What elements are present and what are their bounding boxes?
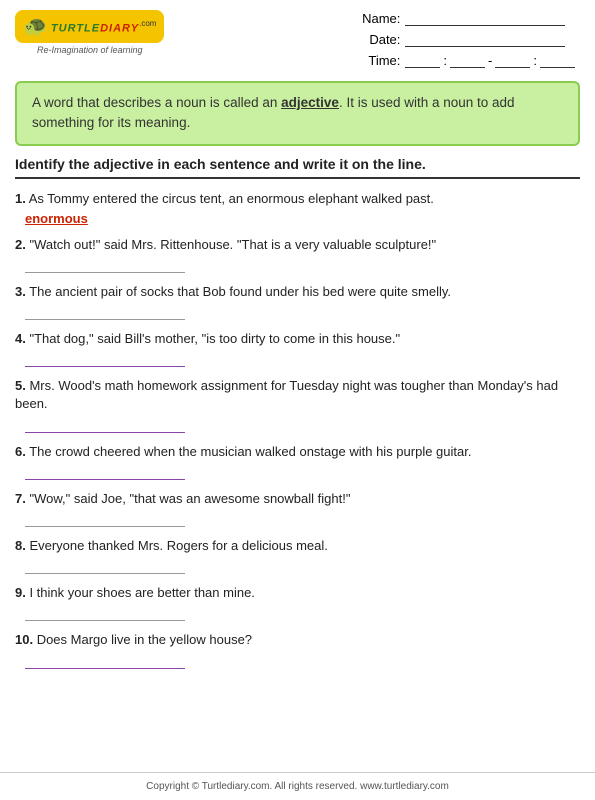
footer: Copyright © Turtlediary.com. All rights … — [0, 772, 595, 800]
time-h2[interactable] — [495, 52, 530, 68]
time-label: Time: — [355, 53, 400, 68]
answer-line[interactable] — [25, 351, 185, 367]
question-text: 8. Everyone thanked Mrs. Rogers for a de… — [15, 537, 580, 555]
answer-filled[interactable]: enormous — [25, 211, 580, 226]
answer-line[interactable] — [25, 653, 185, 669]
logo-box: 🐢 TURTLEDIARY.com — [15, 10, 164, 43]
question-text: 6. The crowd cheered when the musician w… — [15, 443, 580, 461]
answer-line[interactable] — [25, 464, 185, 480]
question-item: 6. The crowd cheered when the musician w… — [15, 443, 580, 480]
question-text: 2. "Watch out!" said Mrs. Rittenhouse. "… — [15, 236, 580, 254]
question-item: 1. As Tommy entered the circus tent, an … — [15, 190, 580, 226]
definition-text-before: A word that describes a noun is called a… — [32, 95, 281, 110]
time-fields: : - : — [405, 52, 575, 68]
time-m1[interactable] — [450, 52, 485, 68]
name-label: Name: — [355, 11, 400, 26]
definition-box: A word that describes a noun is called a… — [15, 81, 580, 146]
question-item: 2. "Watch out!" said Mrs. Rittenhouse. "… — [15, 236, 580, 273]
name-line[interactable] — [405, 10, 565, 26]
question-text: 9. I think your shoes are better than mi… — [15, 584, 580, 602]
date-line[interactable] — [405, 31, 565, 47]
logo-diary: DIARY — [100, 22, 139, 34]
question-item: 9. I think your shoes are better than mi… — [15, 584, 580, 621]
definition-keyword: adjective — [281, 95, 339, 110]
answer-line[interactable] — [25, 511, 185, 527]
logo-area: 🐢 TURTLEDIARY.com Re-Imagination of lear… — [15, 10, 164, 55]
question-text: 3. The ancient pair of socks that Bob fo… — [15, 283, 580, 301]
questions-area: 1. As Tommy entered the circus tent, an … — [0, 185, 595, 684]
header: 🐢 TURTLEDIARY.com Re-Imagination of lear… — [0, 0, 595, 73]
question-item: 7. "Wow," said Joe, "that was an awesome… — [15, 490, 580, 527]
question-item: 5. Mrs. Wood's math homework assignment … — [15, 377, 580, 432]
date-row: Date: — [355, 31, 575, 47]
footer-text: Copyright © Turtlediary.com. All rights … — [146, 781, 449, 792]
question-item: 4. "That dog," said Bill's mother, "is t… — [15, 330, 580, 367]
form-fields: Name: Date: Time: : - : — [355, 10, 575, 68]
logo-com: .com — [139, 19, 156, 28]
logo-turtle: TURTLE — [51, 22, 100, 34]
date-label: Date: — [355, 32, 400, 47]
question-text: 4. "That dog," said Bill's mother, "is t… — [15, 330, 580, 348]
instructions: Identify the adjective in each sentence … — [15, 156, 580, 179]
question-item: 10. Does Margo live in the yellow house? — [15, 631, 580, 668]
answer-line[interactable] — [25, 558, 185, 574]
instructions-text: Identify the adjective in each sentence … — [15, 156, 426, 172]
name-row: Name: — [355, 10, 575, 26]
question-text: 1. As Tommy entered the circus tent, an … — [15, 190, 580, 208]
answer-line[interactable] — [25, 257, 185, 273]
answer-line[interactable] — [25, 417, 185, 433]
question-text: 5. Mrs. Wood's math homework assignment … — [15, 377, 580, 413]
time-row: Time: : - : — [355, 52, 575, 68]
logo-tagline: Re-Imagination of learning — [37, 45, 143, 55]
answer-line[interactable] — [25, 605, 185, 621]
time-h1[interactable] — [405, 52, 440, 68]
answer-line[interactable] — [25, 304, 185, 320]
question-item: 8. Everyone thanked Mrs. Rogers for a de… — [15, 537, 580, 574]
time-m2[interactable] — [540, 52, 575, 68]
question-text: 7. "Wow," said Joe, "that was an awesome… — [15, 490, 580, 508]
question-item: 3. The ancient pair of socks that Bob fo… — [15, 283, 580, 320]
question-text: 10. Does Margo live in the yellow house? — [15, 631, 580, 649]
